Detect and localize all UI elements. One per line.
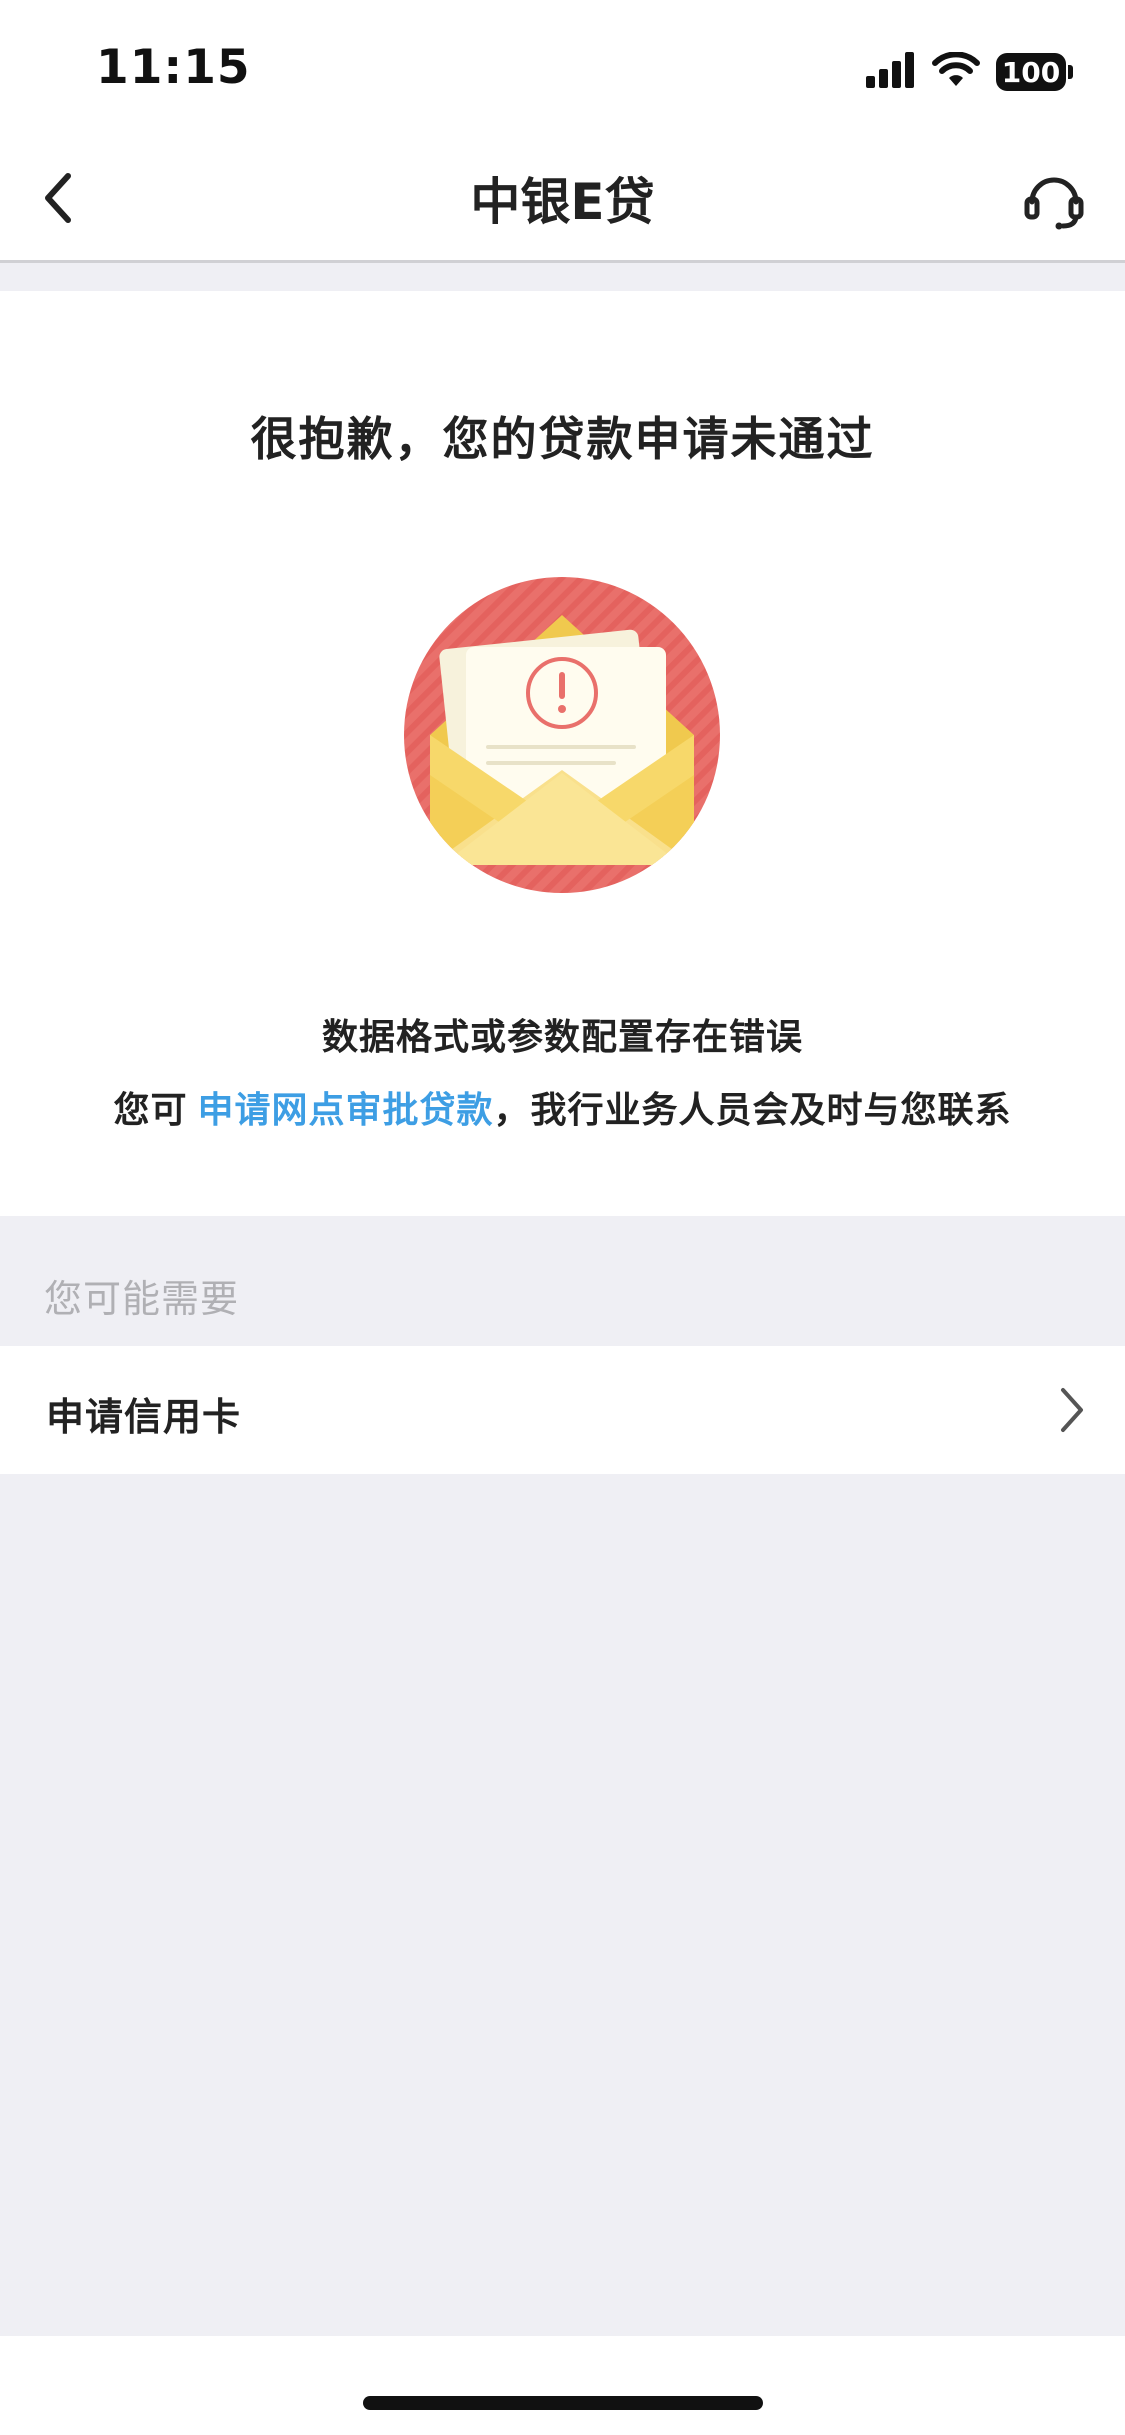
suggestion-label: 申请信用卡 xyxy=(46,1395,242,1439)
section-divider xyxy=(0,263,1125,291)
battery-icon: 100 xyxy=(996,53,1073,91)
suggestions-section: 您可能需要 申请信用卡 xyxy=(0,1216,1125,2336)
customer-service-button[interactable] xyxy=(1019,168,1089,236)
chevron-right-icon xyxy=(1055,1386,1089,1434)
result-title: 很抱歉，您的贷款申请未通过 xyxy=(250,412,875,466)
battery-level: 100 xyxy=(996,53,1066,91)
headset-icon xyxy=(1023,170,1085,234)
status-icons: 100 xyxy=(866,50,1073,94)
contact-prefix: 您可 xyxy=(113,1090,188,1131)
error-message: 数据格式或参数配置存在错误 xyxy=(321,1017,803,1058)
nav-bar: 中银E贷 xyxy=(0,140,1125,263)
envelope-alert-icon xyxy=(402,575,722,895)
bottom-safe-area xyxy=(0,2336,1125,2435)
contact-suffix: ，我行业务人员会及时与您联系 xyxy=(493,1090,1012,1131)
suggestions-header: 您可能需要 xyxy=(44,1277,240,1321)
status-time: 11:15 xyxy=(96,40,251,95)
contact-hint: 您可 申请网点审批贷款，我行业务人员会及时与您联系 xyxy=(0,1081,1125,1133)
result-card: 很抱歉，您的贷款申请未通过 数据格式或参数配置存在错误 您可 申请网点审批贷款，… xyxy=(0,291,1125,1216)
apply-credit-card-item[interactable]: 申请信用卡 xyxy=(0,1346,1125,1474)
page-title: 中银E贷 xyxy=(470,173,655,231)
status-bar: 11:15 100 xyxy=(0,0,1125,140)
branch-approval-link[interactable]: 申请网点审批贷款 xyxy=(197,1090,493,1131)
signal-icon xyxy=(866,52,916,92)
home-indicator[interactable] xyxy=(363,2396,763,2410)
wifi-icon xyxy=(932,51,980,92)
